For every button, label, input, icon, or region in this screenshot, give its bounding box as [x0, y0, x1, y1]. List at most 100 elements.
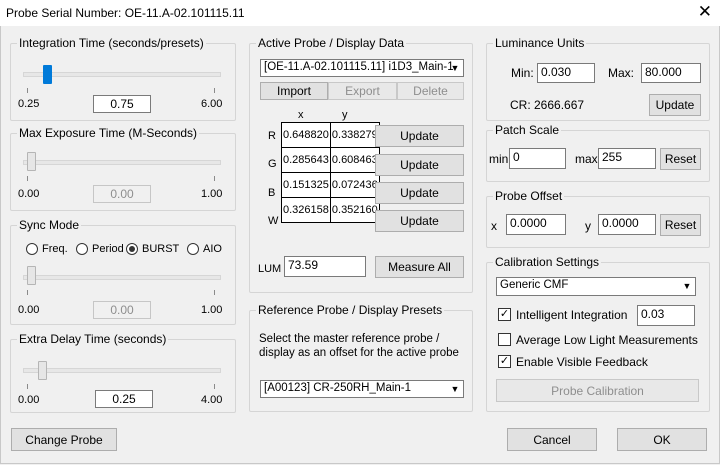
sync-freq-label[interactable]: Freq.	[42, 243, 68, 255]
reference-description-1: Select the master reference probe /	[259, 333, 440, 345]
integration-slider-thumb[interactable]	[43, 65, 53, 84]
offset-y-input[interactable]: 0.0000	[598, 214, 656, 235]
lum-min-input[interactable]: 0.030	[537, 63, 595, 83]
patch-scale-group: Patch Scale min 0 max 255 Reset	[486, 123, 710, 182]
exposure-slider-track[interactable]	[23, 160, 221, 165]
sync-mode-legend: Sync Mode	[17, 218, 82, 232]
reference-probe-legend: Reference Probe / Display Presets	[256, 303, 445, 317]
w-y-cell[interactable]: 0.352160	[329, 197, 380, 223]
close-icon[interactable]: ✕	[698, 3, 712, 21]
row-b-label: B	[268, 187, 276, 199]
exposure-value-input: 0.00	[93, 185, 151, 203]
integration-time-legend: Integration Time (seconds/presets)	[17, 36, 206, 50]
patch-max-input[interactable]: 255	[598, 148, 656, 169]
calibration-settings-group: Calibration Settings Generic CMF ▼ ✓ Int…	[486, 255, 710, 412]
row-w-label: W	[268, 215, 279, 227]
extra-delay-legend: Extra Delay Time (seconds)	[17, 332, 169, 346]
probe-offset-legend: Probe Offset	[493, 189, 565, 203]
luminance-units-legend: Luminance Units	[493, 36, 587, 50]
intelligent-integration-label[interactable]: Intelligent Integration	[516, 308, 627, 322]
active-probe-select-value: [OE-11.A-02.101115.11] i1D3_Main-1	[264, 61, 454, 73]
r-x-cell[interactable]: 0.648820	[281, 122, 331, 148]
patch-max-label: max	[575, 152, 598, 166]
column-x-header: x	[298, 109, 304, 121]
update-w-button[interactable]: Update	[375, 210, 464, 232]
delay-slider-thumb[interactable]	[38, 361, 48, 380]
row-r-label: R	[268, 130, 276, 142]
reference-probe-group: Reference Probe / Display Presets Select…	[249, 303, 473, 412]
measure-all-button[interactable]: Measure All	[375, 256, 464, 278]
lum-max-input[interactable]: 80.000	[641, 63, 701, 83]
table-row: 0.648820 0.338279	[281, 122, 380, 148]
offset-x-input[interactable]: 0.0000	[506, 214, 566, 235]
chevron-down-icon[interactable]: ▼	[449, 383, 461, 395]
intelligent-integration-input[interactable]: 0.03	[637, 305, 695, 326]
delay-slider-tick-max	[214, 384, 215, 389]
exposure-min-label: 0.00	[18, 188, 40, 200]
probe-calibration-button: Probe Calibration	[496, 379, 699, 402]
reference-probe-select-value: [A00123] CR-250RH_Main-1	[264, 382, 412, 394]
table-row: 0.326158 0.352160	[281, 197, 380, 223]
chevron-down-icon[interactable]: ▼	[449, 62, 461, 74]
intelligent-integration-checkbox[interactable]: ✓	[498, 308, 511, 321]
contrast-ratio-text: CR: 2666.667	[510, 98, 585, 112]
window-title: Probe Serial Number: OE-11.A-02.101115.1…	[6, 6, 245, 20]
sync-period-label[interactable]: Period	[92, 243, 124, 255]
chevron-down-icon[interactable]: ▼	[681, 280, 693, 292]
r-y-cell[interactable]: 0.338279	[329, 122, 380, 148]
lum-value-input[interactable]: 73.59	[284, 256, 366, 277]
table-row: 0.285643 0.608463	[281, 147, 380, 173]
b-y-cell[interactable]: 0.072436	[329, 172, 380, 198]
calibration-settings-legend: Calibration Settings	[493, 255, 602, 269]
sync-aio-label[interactable]: AIO	[203, 243, 222, 255]
average-low-light-label[interactable]: Average Low Light Measurements	[516, 333, 698, 347]
sync-slider-thumb[interactable]	[27, 266, 36, 285]
visible-feedback-label[interactable]: Enable Visible Feedback	[516, 355, 648, 369]
active-probe-legend: Active Probe / Display Data	[256, 36, 407, 50]
active-probe-select[interactable]: [OE-11.A-02.101115.11] i1D3_Main-1 ▼	[260, 59, 464, 77]
update-b-button[interactable]: Update	[375, 182, 464, 204]
visible-feedback-checkbox[interactable]: ✓	[498, 355, 511, 368]
sync-freq-radio[interactable]	[26, 243, 38, 255]
sync-aio-radio[interactable]	[187, 243, 199, 255]
ok-button[interactable]: OK	[617, 428, 707, 451]
delete-button: Delete	[397, 82, 464, 100]
cancel-button[interactable]: Cancel	[507, 428, 597, 451]
exposure-max-label: 1.00	[201, 188, 223, 200]
sync-mode-group: Sync Mode Freq. Period BURST AIO 0.00 0.…	[10, 218, 236, 325]
sync-burst-label[interactable]: BURST	[142, 243, 179, 255]
reference-description-2: display as an offset for the active prob…	[259, 347, 459, 359]
average-low-light-checkbox[interactable]	[498, 333, 511, 346]
max-exposure-legend: Max Exposure Time (M-Seconds)	[17, 126, 200, 140]
update-g-button[interactable]: Update	[375, 154, 464, 176]
exposure-slider-tick-max	[214, 176, 215, 181]
change-probe-button[interactable]: Change Probe	[11, 428, 117, 451]
g-y-cell[interactable]: 0.608463	[329, 147, 380, 173]
cmf-select[interactable]: Generic CMF ▼	[496, 277, 696, 296]
export-button: Export	[328, 82, 397, 100]
luminance-update-button[interactable]: Update	[649, 94, 701, 116]
integration-slider-track[interactable]	[23, 72, 221, 77]
w-x-cell[interactable]: 0.326158	[281, 197, 331, 223]
exposure-slider-tick-min	[27, 176, 28, 181]
luminance-units-group: Luminance Units Min: 0.030 Max: 80.000 C…	[486, 36, 710, 121]
reference-probe-select[interactable]: [A00123] CR-250RH_Main-1 ▼	[260, 380, 464, 398]
g-x-cell[interactable]: 0.285643	[281, 147, 331, 173]
sync-burst-radio[interactable]	[126, 243, 138, 255]
patch-reset-button[interactable]: Reset	[660, 148, 701, 170]
sync-value-input: 0.00	[93, 301, 151, 319]
update-r-button[interactable]: Update	[375, 125, 464, 147]
offset-reset-button[interactable]: Reset	[660, 214, 701, 236]
integration-slider-tick-min	[27, 88, 28, 93]
delay-value-input[interactable]: 0.25	[95, 390, 153, 408]
xy-table: 0.648820 0.338279 0.285643 0.608463 0.15…	[281, 122, 380, 223]
sync-slider-track[interactable]	[23, 275, 221, 280]
delay-slider-track[interactable]	[23, 368, 221, 373]
b-x-cell[interactable]: 0.151325	[281, 172, 331, 198]
integration-value-input[interactable]: 0.75	[93, 95, 151, 113]
import-button[interactable]: Import	[260, 82, 328, 100]
exposure-slider-thumb[interactable]	[27, 152, 36, 171]
sync-period-radio[interactable]	[76, 243, 88, 255]
patch-min-input[interactable]: 0	[509, 148, 566, 169]
sync-min-label: 0.00	[18, 304, 40, 316]
